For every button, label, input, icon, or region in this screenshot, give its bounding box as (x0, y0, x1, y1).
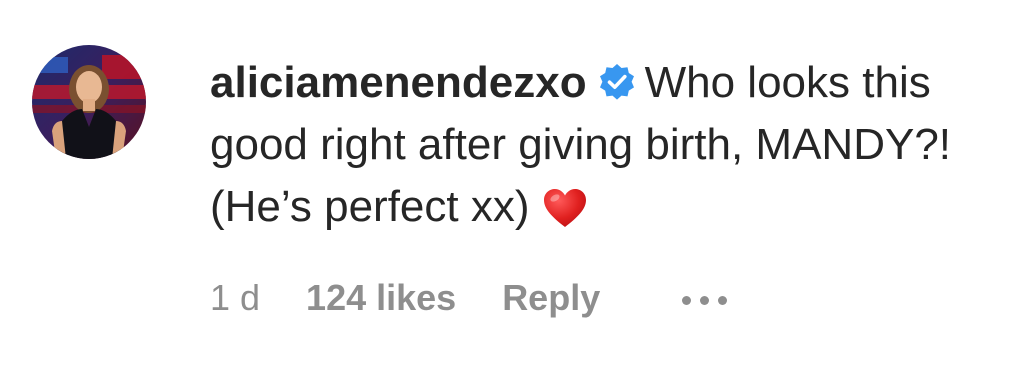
more-options-icon[interactable] (682, 292, 728, 305)
comment-meta: 1 d 124 likes Reply (210, 276, 728, 320)
comment-timestamp[interactable]: 1 d (210, 277, 260, 319)
red-heart-icon (542, 187, 588, 229)
avatar[interactable] (32, 45, 146, 159)
avatar-image (32, 45, 146, 159)
more-dot (718, 295, 728, 305)
comment-body: aliciamenendezxo Who looks this good rig… (210, 52, 1000, 238)
more-dot (682, 295, 692, 305)
reply-button[interactable]: Reply (502, 277, 600, 319)
username-link[interactable]: aliciamenendezxo (210, 58, 587, 107)
likes-count-link[interactable]: 124 likes (306, 277, 456, 319)
comment: aliciamenendezxo Who looks this good rig… (0, 0, 1024, 375)
verified-badge-icon (597, 62, 637, 102)
more-dot (700, 295, 710, 305)
